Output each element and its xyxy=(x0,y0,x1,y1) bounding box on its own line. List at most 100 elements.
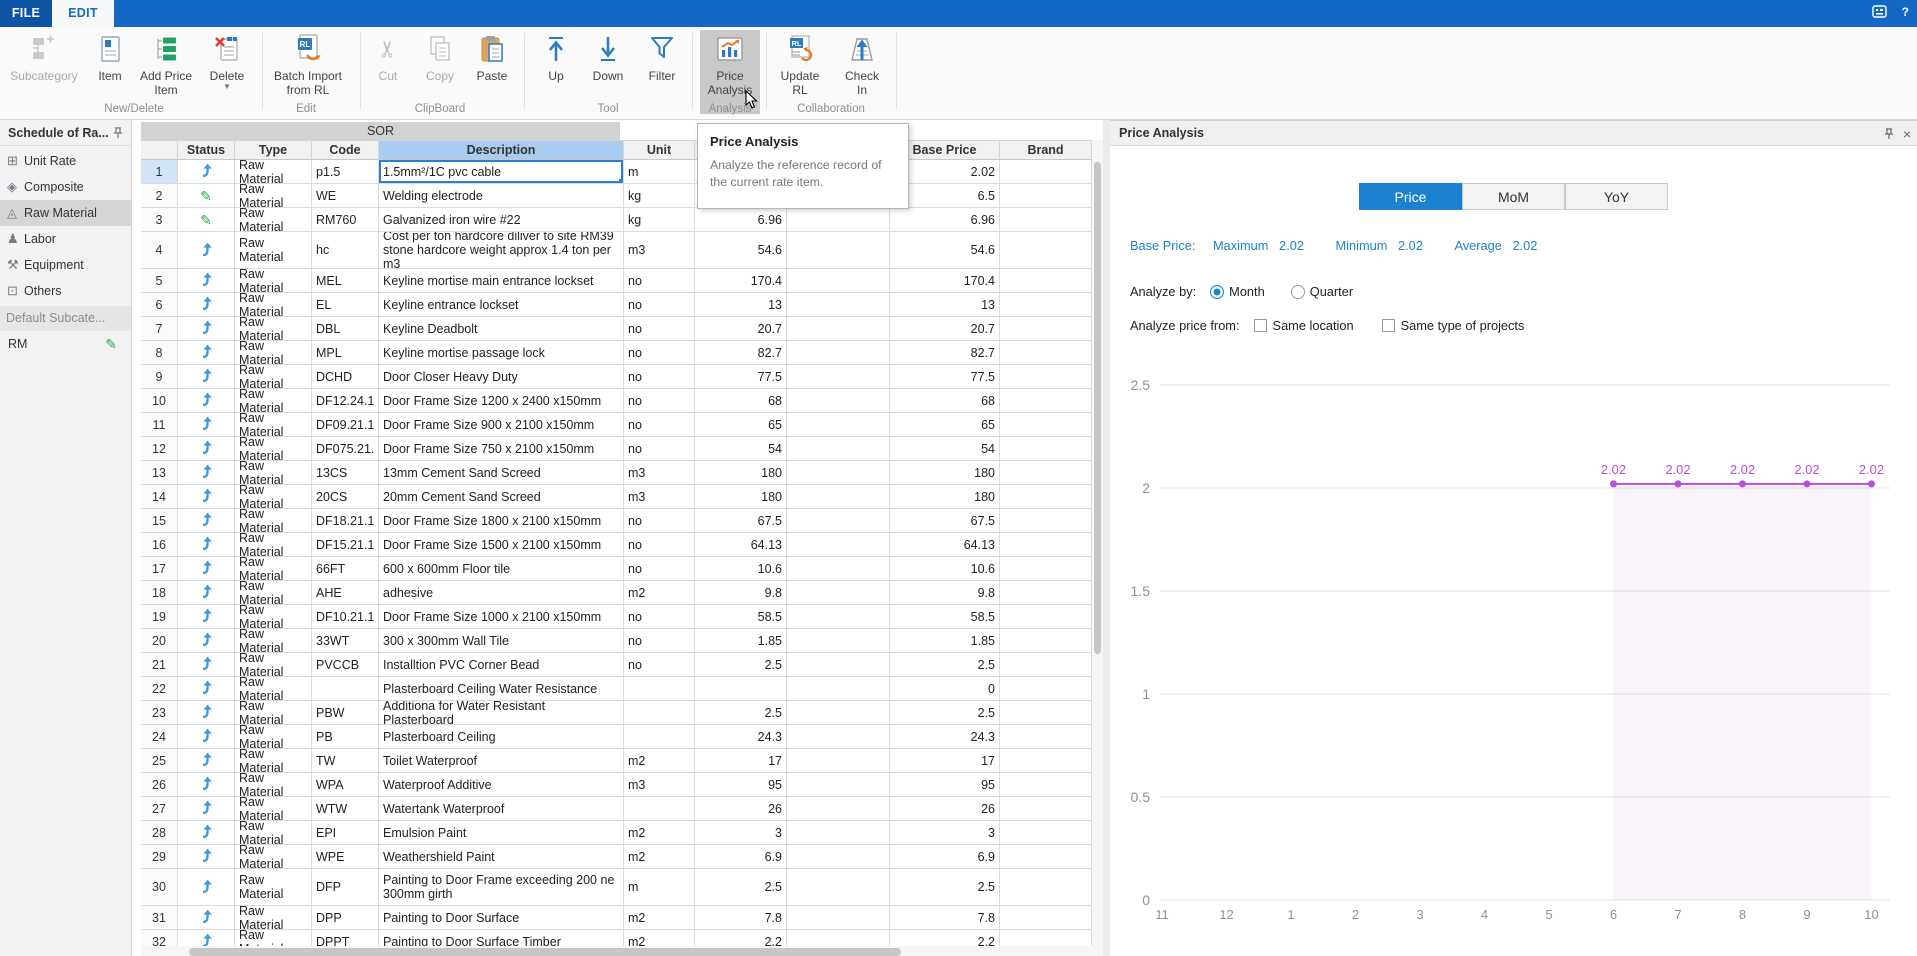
column-header-0[interactable] xyxy=(141,140,178,160)
table-row[interactable]: 21Raw MaterialPVCCBInstalltion PVC Corne… xyxy=(141,653,1092,677)
empty-cell[interactable] xyxy=(787,317,890,341)
brand-cell[interactable] xyxy=(1000,413,1092,437)
row-number[interactable]: 1 xyxy=(141,160,178,184)
type-cell[interactable]: Raw Material xyxy=(235,869,312,906)
column-header-brand[interactable]: Brand xyxy=(1000,140,1092,160)
code-cell[interactable]: 13CS xyxy=(312,461,379,485)
code-cell[interactable]: PB xyxy=(312,725,379,749)
price-cell[interactable]: 6.96 xyxy=(695,208,787,232)
empty-cell[interactable] xyxy=(787,677,890,701)
type-cell[interactable]: Raw Material xyxy=(235,845,312,869)
price-cell[interactable]: 170.4 xyxy=(695,269,787,293)
table-row[interactable]: 18Raw MaterialAHEadhesivem29.89.8 xyxy=(141,581,1092,605)
table-row[interactable]: 27Raw MaterialWTWWatertank Waterproof262… xyxy=(141,797,1092,821)
row-number[interactable]: 20 xyxy=(141,629,178,653)
row-number[interactable]: 17 xyxy=(141,557,178,581)
status-cell[interactable] xyxy=(178,749,235,773)
empty-cell[interactable] xyxy=(787,869,890,906)
status-cell[interactable] xyxy=(178,725,235,749)
price-cell[interactable]: 68 xyxy=(695,389,787,413)
selected-cell[interactable]: 1.5mm²/1C pvc cable xyxy=(379,160,624,184)
price-cell[interactable]: 2.5 xyxy=(695,869,787,906)
unit-cell[interactable]: m3 xyxy=(624,485,695,509)
type-cell[interactable]: Raw Material xyxy=(235,509,312,533)
brand-cell[interactable] xyxy=(1000,184,1092,208)
data-point[interactable] xyxy=(1610,480,1617,487)
code-cell[interactable]: 66FT xyxy=(312,557,379,581)
type-cell[interactable]: Raw Material xyxy=(235,906,312,930)
table-row[interactable]: 13Raw Material13CS13mm Cement Sand Scree… xyxy=(141,461,1092,485)
status-cell[interactable] xyxy=(178,773,235,797)
table-row[interactable]: 32Raw MaterialDPPTPainting to Door Surfa… xyxy=(141,930,1092,946)
description-cell[interactable]: Painting to Door Frame exceeding 200 ne … xyxy=(379,869,624,906)
unit-cell[interactable]: m2 xyxy=(624,906,695,930)
brand-cell[interactable] xyxy=(1000,653,1092,677)
brand-cell[interactable] xyxy=(1000,629,1092,653)
description-cell[interactable]: 13mm Cement Sand Screed xyxy=(379,461,624,485)
column-header-status[interactable]: Status xyxy=(178,140,235,160)
price-cell[interactable]: 82.7 xyxy=(695,341,787,365)
type-cell[interactable]: Raw Material xyxy=(235,930,312,946)
type-cell[interactable]: Raw Material xyxy=(235,232,312,269)
code-cell[interactable]: RM760 xyxy=(312,208,379,232)
table-row[interactable]: 16Raw MaterialDF15.21.1Door Frame Size 1… xyxy=(141,533,1092,557)
type-cell[interactable]: Raw Material xyxy=(235,317,312,341)
type-cell[interactable]: Raw Material xyxy=(235,365,312,389)
delete-dropdown-arrow[interactable]: ▼ xyxy=(223,84,231,90)
unit-cell[interactable]: no xyxy=(624,317,695,341)
table-row[interactable]: 17Raw Material66FT600 x 600mm Floor tile… xyxy=(141,557,1092,581)
description-cell[interactable]: Door Frame Size 1500 x 2100 x150mm xyxy=(379,533,624,557)
status-cell[interactable] xyxy=(178,869,235,906)
type-cell[interactable]: Raw Material xyxy=(235,461,312,485)
brand-cell[interactable] xyxy=(1000,773,1092,797)
description-cell[interactable]: Door Frame Size 750 x 2100 x150mm xyxy=(379,437,624,461)
row-number[interactable]: 3 xyxy=(141,208,178,232)
brand-cell[interactable] xyxy=(1000,605,1092,629)
description-cell[interactable]: Installtion PVC Corner Bead xyxy=(379,653,624,677)
empty-cell[interactable] xyxy=(787,797,890,821)
price-cell[interactable]: 6.9 xyxy=(695,845,787,869)
base-price-cell[interactable]: 54.6 xyxy=(890,232,1000,269)
unit-cell[interactable]: no xyxy=(624,653,695,677)
type-cell[interactable]: Raw Material xyxy=(235,533,312,557)
status-cell[interactable] xyxy=(178,797,235,821)
batch-import-button[interactable]: RL Batch Import from RL xyxy=(268,30,348,114)
brand-cell[interactable] xyxy=(1000,317,1092,341)
status-cell[interactable] xyxy=(178,413,235,437)
row-number[interactable]: 30 xyxy=(141,869,178,906)
type-cell[interactable]: Raw Material xyxy=(235,293,312,317)
price-cell[interactable]: 54 xyxy=(695,437,787,461)
row-number[interactable]: 8 xyxy=(141,341,178,365)
brand-cell[interactable] xyxy=(1000,341,1092,365)
unit-cell[interactable]: no xyxy=(624,605,695,629)
price-cell[interactable]: 17 xyxy=(695,749,787,773)
description-cell[interactable]: Galvanized iron wire #22 xyxy=(379,208,624,232)
empty-cell[interactable] xyxy=(787,208,890,232)
code-cell[interactable]: p1.5 xyxy=(312,160,379,184)
description-cell[interactable]: Keyline Deadbolt xyxy=(379,317,624,341)
empty-cell[interactable] xyxy=(787,557,890,581)
copy-button[interactable]: Copy xyxy=(416,30,464,114)
down-button[interactable]: Down xyxy=(584,30,632,114)
empty-cell[interactable] xyxy=(787,341,890,365)
base-price-cell[interactable]: 82.7 xyxy=(890,341,1000,365)
price-cell[interactable]: 13 xyxy=(695,293,787,317)
empty-cell[interactable] xyxy=(787,269,890,293)
empty-cell[interactable] xyxy=(787,821,890,845)
brand-cell[interactable] xyxy=(1000,677,1092,701)
code-cell[interactable]: 33WT xyxy=(312,629,379,653)
code-cell[interactable]: AHE xyxy=(312,581,379,605)
empty-cell[interactable] xyxy=(787,437,890,461)
base-price-cell[interactable]: 180 xyxy=(890,485,1000,509)
base-price-cell[interactable]: 7.8 xyxy=(890,906,1000,930)
code-cell[interactable]: EL xyxy=(312,293,379,317)
sidebar-item-labor[interactable]: ♟Labor xyxy=(0,226,131,252)
code-cell[interactable]: hc xyxy=(312,232,379,269)
description-cell[interactable]: 600 x 600mm Floor tile xyxy=(379,557,624,581)
row-number[interactable]: 10 xyxy=(141,389,178,413)
empty-cell[interactable] xyxy=(787,461,890,485)
unit-cell[interactable]: no xyxy=(624,629,695,653)
status-cell[interactable] xyxy=(178,629,235,653)
status-cell[interactable]: ✎ xyxy=(178,208,235,232)
radio-quarter[interactable] xyxy=(1291,285,1305,299)
